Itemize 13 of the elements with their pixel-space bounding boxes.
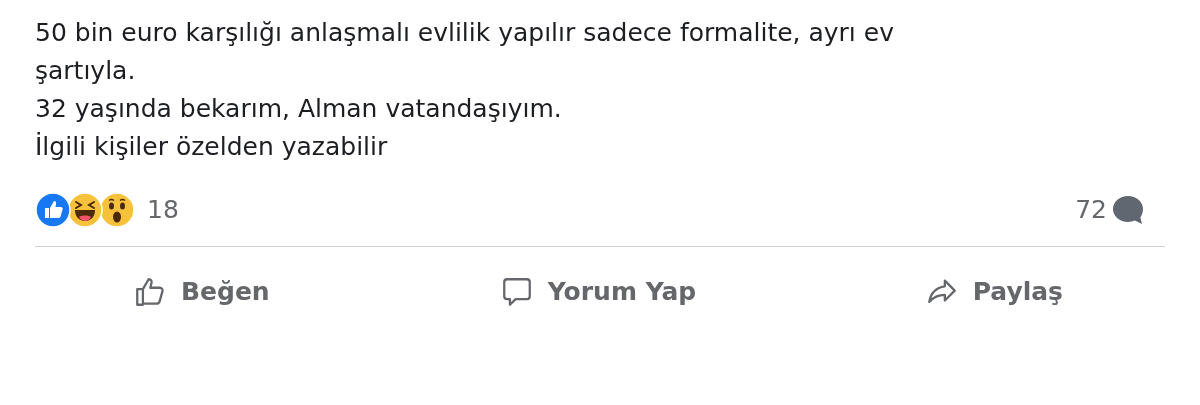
- post-text-line: şartıyla.: [35, 55, 136, 87]
- like-button[interactable]: Beğen: [35, 259, 443, 324]
- like-reaction-icon: [35, 192, 71, 228]
- comment-count[interactable]: 72: [1075, 191, 1107, 229]
- post-text-line: 50 bin euro karşılığı anlaşmalı evlilik yapılır sadece formalite, ayrı ev: [35, 17, 894, 49]
- comment-button[interactable]: Yorum Yap: [443, 259, 753, 324]
- post-text-line: İlgili kişiler özelden yazabilir: [35, 131, 388, 163]
- laughing-reaction-icon: [67, 192, 103, 228]
- reaction-count[interactable]: 18: [147, 191, 179, 229]
- post-text-line: 32 yaşında bekarım, Alman vatandaşıyım.: [35, 93, 562, 125]
- surprised-reaction-icon: [99, 192, 135, 228]
- speech-bubble-icon: [1111, 194, 1145, 226]
- share-button[interactable]: Paylaş: [753, 259, 1165, 324]
